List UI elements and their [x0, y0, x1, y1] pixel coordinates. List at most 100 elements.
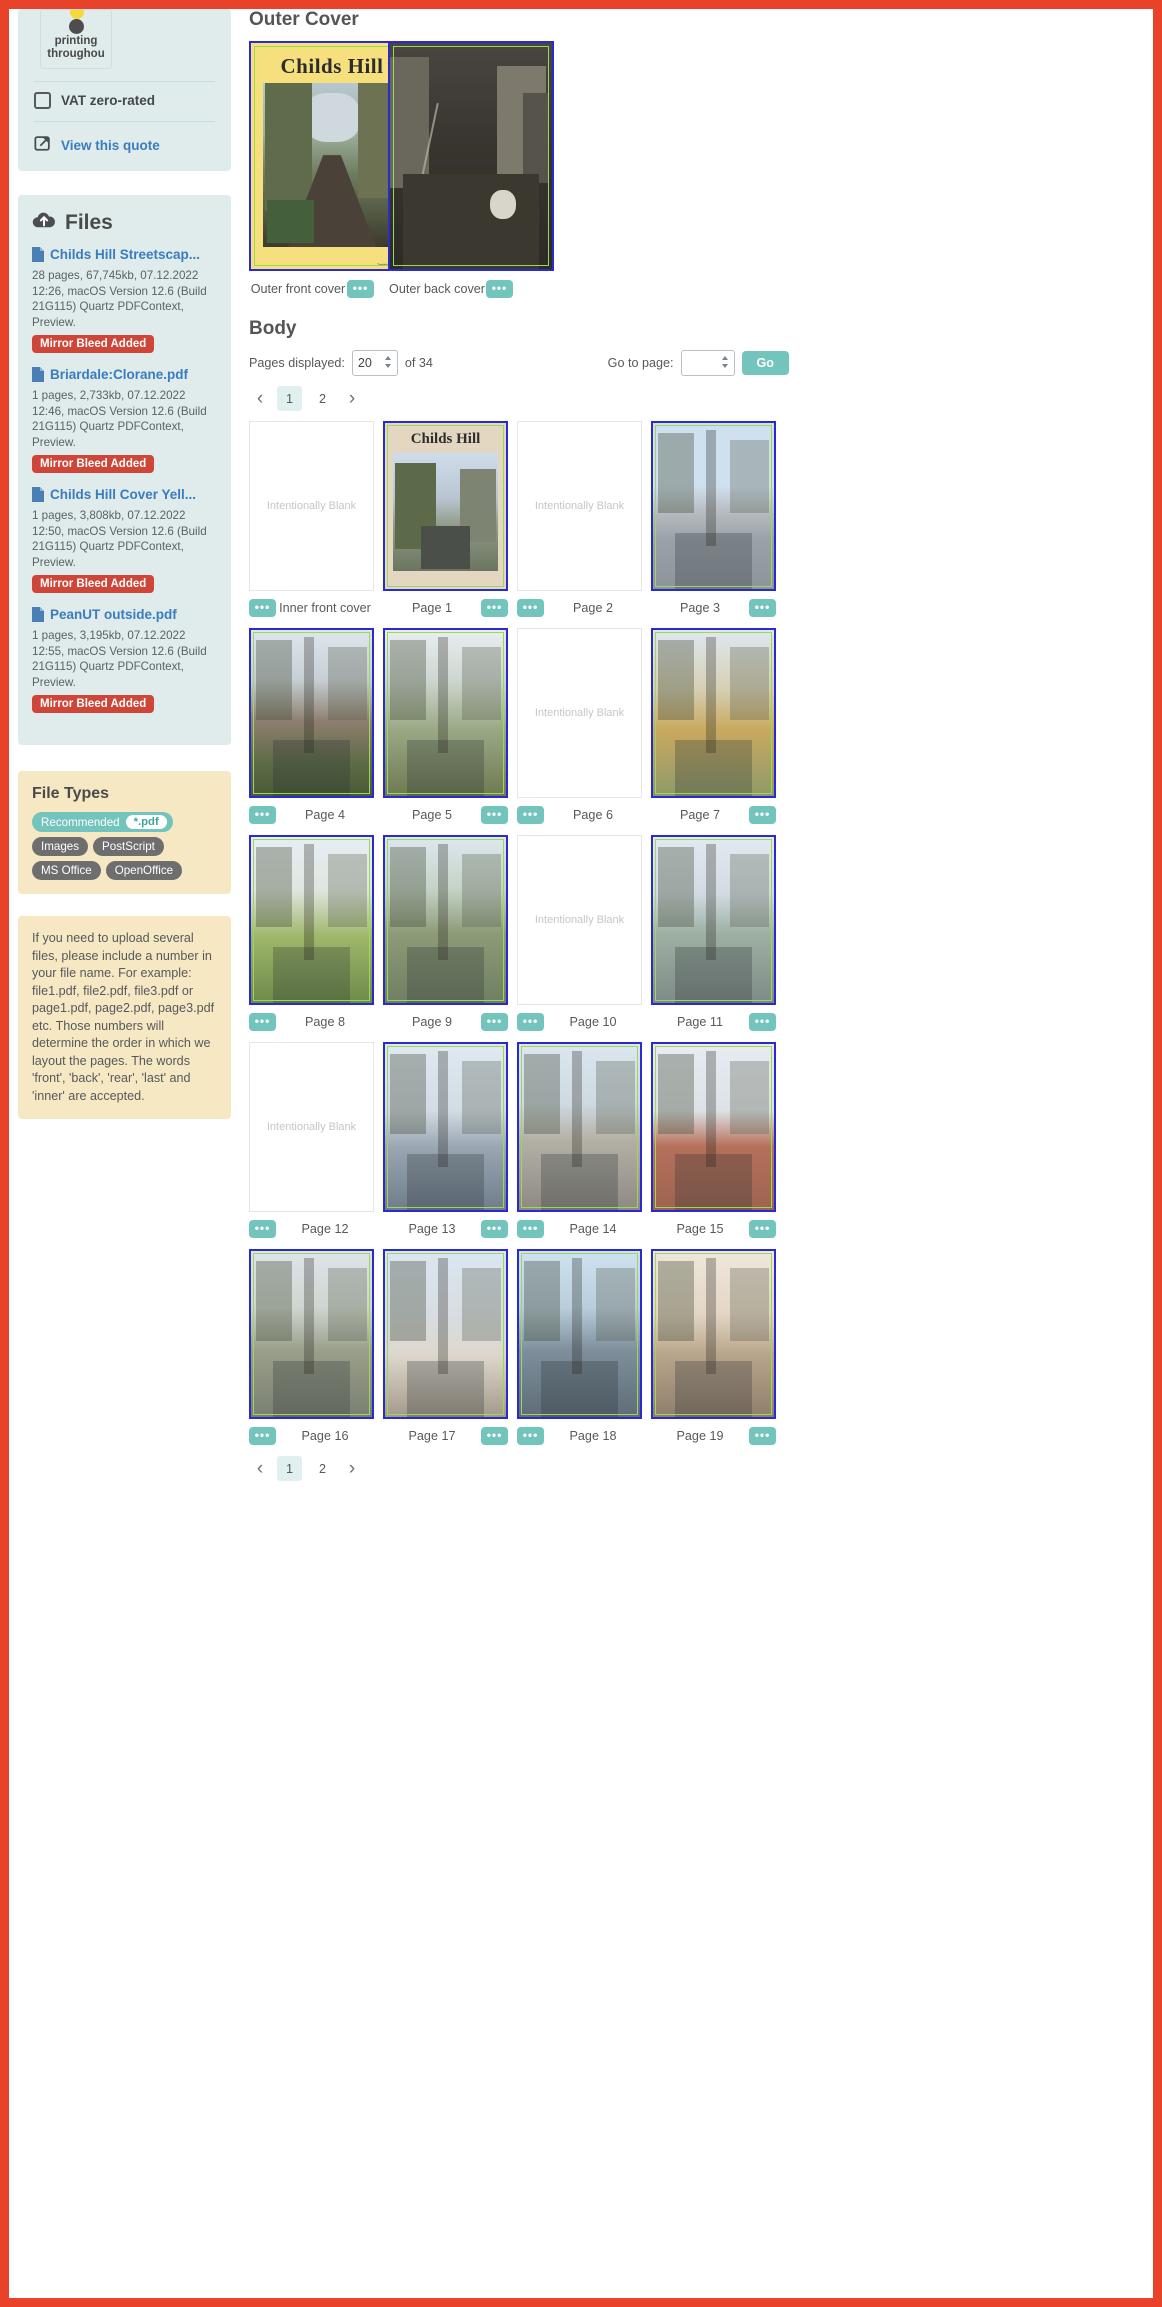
page-thumbnail[interactable]	[651, 421, 776, 591]
page-thumbnail-blank[interactable]: Intentionally Blank	[517, 628, 642, 798]
page-menu-button[interactable]: •••	[749, 599, 776, 617]
pager-next-icon[interactable]: ›	[343, 388, 361, 410]
page-caption-row: Inner front cover •••	[249, 598, 374, 618]
file-link[interactable]: Childs Hill Streetscap...	[32, 247, 217, 266]
page-thumb-row: Intentionally Blank Inner front cover ••• C…	[249, 421, 789, 618]
main-content: Outer Cover Childs Hill Tasteful Printin…	[249, 9, 789, 1481]
page-thumbnail[interactable]	[651, 628, 776, 798]
page-thumbnail[interactable]	[249, 1249, 374, 1419]
page-thumbnail[interactable]	[249, 835, 374, 1005]
page-cell: Page 19 •••	[651, 1249, 776, 1446]
view-quote-link[interactable]: View this quote	[32, 134, 217, 157]
page-thumbnail[interactable]	[249, 628, 374, 798]
page-cell: Childs Hill Page 1 •••	[383, 421, 508, 618]
page-thumbnail[interactable]	[383, 1042, 508, 1212]
vat-zero-rated-row[interactable]: VAT zero-rated	[32, 92, 217, 109]
file-link[interactable]: Childs Hill Cover Yell...	[32, 487, 217, 506]
page-thumbnail[interactable]	[651, 1249, 776, 1419]
page-menu-button[interactable]: •••	[481, 1427, 508, 1445]
goto-page-input[interactable]	[680, 350, 735, 376]
pager-bottom-prev-icon[interactable]: ‹	[251, 1458, 269, 1480]
pager-prev-icon[interactable]: ‹	[251, 388, 269, 410]
chevron-updown-icon	[384, 355, 392, 371]
page-menu-button[interactable]: •••	[249, 806, 276, 824]
page-thumbnail[interactable]	[383, 835, 508, 1005]
pager-bottom-page-2[interactable]: 2	[310, 1456, 335, 1481]
outer-cover-row: Childs Hill Tasteful Printing Ltd Out	[249, 41, 789, 298]
page-grid-row: Intentionally Blank Page 12 ••• Page 13 ••• P…	[249, 1042, 789, 1239]
page-menu-button[interactable]: •••	[481, 599, 508, 617]
page-menu-button[interactable]: •••	[481, 1220, 508, 1238]
file-icon	[32, 247, 44, 266]
vat-zero-rated-checkbox[interactable]	[34, 92, 51, 109]
page-menu-button[interactable]: •••	[517, 1013, 544, 1031]
file-type-postscript[interactable]: PostScript	[93, 837, 164, 856]
page-caption: Page 1	[412, 600, 452, 615]
page-menu-button[interactable]: •••	[249, 1427, 276, 1445]
page-thumb-row: Page 16 ••• Page 17 ••• Page 18 ••• Page 19 •••	[249, 1249, 789, 1446]
dark-dot-icon	[69, 19, 84, 34]
page-thumbnail-blank[interactable]: Intentionally Blank	[517, 835, 642, 1005]
printing-throughout-thumbnail[interactable]: printing throughou	[40, 9, 112, 69]
file-link[interactable]: PeanUT outside.pdf	[32, 607, 217, 626]
page-menu-button[interactable]: •••	[481, 806, 508, 824]
pages-displayed-select[interactable]: 20	[351, 350, 398, 376]
page-cell: Page 4 •••	[249, 628, 374, 825]
page-caption: Page 2	[573, 600, 613, 615]
page-menu-button[interactable]: •••	[517, 1220, 544, 1238]
page-thumbnail[interactable]	[517, 1249, 642, 1419]
page-menu-button[interactable]: •••	[749, 1013, 776, 1031]
page-menu-button[interactable]: •••	[249, 599, 276, 617]
bleed-guide-front	[254, 46, 410, 266]
outer-back-cover-menu-button[interactable]: •••	[486, 280, 513, 298]
file-link[interactable]: Briardale:Clorane.pdf	[32, 367, 217, 386]
file-entry: PeanUT outside.pdf 1 pages, 3,195kb, 07.1…	[32, 607, 217, 713]
page-caption-row: Page 17 •••	[383, 1426, 508, 1446]
window-frame-right	[1153, 0, 1162, 2307]
page-cell: Page 11 •••	[651, 835, 776, 1032]
page-menu-button[interactable]: •••	[749, 806, 776, 824]
page-thumbnail-blank[interactable]: Intentionally Blank	[249, 1042, 374, 1212]
page-caption: Page 15	[676, 1221, 724, 1236]
page-thumbnail-blank[interactable]: Intentionally Blank	[249, 421, 374, 591]
page-thumbnail-blank[interactable]: Intentionally Blank	[517, 421, 642, 591]
yellow-dot-icon	[70, 10, 84, 19]
page-menu-button[interactable]: •••	[517, 806, 544, 824]
page-menu-button[interactable]: •••	[517, 1427, 544, 1445]
pager-bottom-page-1[interactable]: 1	[277, 1456, 302, 1481]
page-menu-button[interactable]: •••	[749, 1427, 776, 1445]
stepper-icon[interactable]	[721, 355, 729, 372]
pager-page-1[interactable]: 1	[277, 386, 302, 411]
page-menu-button[interactable]: •••	[749, 1220, 776, 1238]
page-thumbnail[interactable]	[651, 1042, 776, 1212]
page-menu-button[interactable]: •••	[517, 599, 544, 617]
file-type-ms-office[interactable]: MS Office	[32, 861, 101, 880]
page-menu-button[interactable]: •••	[249, 1220, 276, 1238]
page-thumbnail[interactable]: Childs Hill	[383, 421, 508, 591]
page-caption: Page 10	[569, 1014, 617, 1029]
page-caption-row: Page 4 •••	[249, 805, 374, 825]
file-type-images[interactable]: Images	[32, 837, 89, 856]
page-thumbnail[interactable]	[383, 1249, 508, 1419]
file-types-title: File Types	[32, 785, 110, 802]
outer-back-cover-thumbnail[interactable]	[388, 41, 554, 271]
file-type-recommended-pdf[interactable]: Recommended *.pdf	[32, 812, 173, 832]
pager-page-2[interactable]: 2	[310, 386, 335, 411]
outer-front-cover-caption: Outer front cover	[250, 282, 346, 296]
page-caption-row: Page 5 •••	[383, 805, 508, 825]
intentionally-blank-label: Intentionally Blank	[534, 707, 625, 719]
go-button[interactable]: Go	[741, 351, 789, 375]
file-type-openoffice[interactable]: OpenOffice	[105, 861, 183, 880]
page-thumbnail[interactable]	[651, 835, 776, 1005]
page-caption: Page 14	[569, 1221, 617, 1236]
page-grid-row: Page 4 ••• Page 5 ••• Intentionally Blank Pag…	[249, 628, 789, 825]
page-caption-row: Page 9 •••	[383, 1012, 508, 1032]
page-menu-button[interactable]: •••	[249, 1013, 276, 1031]
page-caption-row: Page 18 •••	[517, 1426, 642, 1446]
outer-front-cover-menu-button[interactable]: •••	[347, 280, 374, 298]
page-caption-row: Page 3 •••	[651, 598, 776, 618]
pager-bottom-next-icon[interactable]: ›	[343, 1458, 361, 1480]
page-thumbnail[interactable]	[517, 1042, 642, 1212]
page-thumbnail[interactable]	[383, 628, 508, 798]
page-menu-button[interactable]: •••	[481, 1013, 508, 1031]
